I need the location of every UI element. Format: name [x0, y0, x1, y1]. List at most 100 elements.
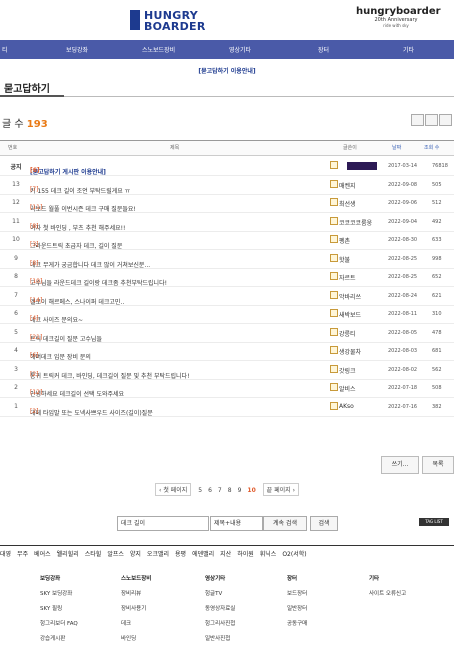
footer-link[interactable]: 공동구매 — [287, 619, 307, 627]
search-input[interactable]: 데크 길이 — [117, 516, 209, 531]
footer-column-heading[interactable]: 기타 — [369, 574, 406, 582]
footer-column-heading[interactable]: 장터 — [287, 574, 307, 582]
resort-link[interactable]: 양지 — [130, 551, 141, 558]
author-name[interactable]: 강릉티 — [339, 329, 356, 338]
resort-link[interactable]: 대영 — [0, 551, 11, 558]
sort-by-views[interactable]: 조회 수 — [424, 144, 439, 151]
footer-column-heading[interactable]: 스노보드장비 — [121, 574, 151, 582]
board-guide-link[interactable]: [묻고답하기 이용안내] — [0, 66, 454, 75]
resort-link[interactable]: 지산 — [220, 551, 231, 558]
table-row[interactable]: 8 고수님들 라운드데크 길이랑 데크좀 추천부탁드립니다! [10] 자르트 202… — [0, 268, 454, 287]
table-row[interactable]: 5 트릭 데크길이 질문 고수님들 [21] 강릉티 2022-08-05 478 — [0, 324, 454, 343]
post-title-text: 데페 타입말 또는 도넥사쁘우드 사이즈(길이)질문 — [30, 409, 153, 417]
footer-link[interactable]: 강습게시판 — [40, 634, 78, 642]
search-button[interactable]: 검색 — [310, 516, 338, 531]
resort-link[interactable]: 무주 — [17, 551, 28, 558]
list-button[interactable]: 목록 — [422, 456, 454, 474]
author-name[interactable]: 새박보드 — [339, 310, 361, 319]
author-name[interactable]: 자르트 — [339, 273, 356, 282]
resort-links: 대영 무주 베어스 웰리힐리 스타힐 알프스 양지 오크밸리 용평 에덴밸리 지산 하이원 휘닉스 O2(… — [0, 549, 454, 558]
footer-link[interactable]: 헝그리보더 FAQ — [40, 619, 78, 627]
gallery-view-icon[interactable] — [439, 114, 452, 126]
resort-link[interactable]: 오크밸리 — [147, 551, 169, 558]
footer-link[interactable]: 일반사진첩 — [205, 634, 235, 642]
author-level-icon — [330, 235, 338, 243]
logo-text-line2: BOARDER — [144, 20, 206, 33]
last-page-link[interactable]: 끝 페이지 › — [262, 483, 299, 496]
footer-column-heading[interactable]: 보딩강좌 — [40, 574, 78, 582]
page-link[interactable]: 9 — [238, 487, 242, 494]
table-row[interactable]: 1 데페 타입말 또는 도넥사쁘우드 사이즈(길이)질문 [2] AKso 2022-… — [0, 398, 454, 417]
author-name[interactable]: 알비스 — [339, 384, 356, 393]
title-underline — [0, 95, 64, 97]
site-logo[interactable]: HUNGRY BOARDER — [130, 8, 205, 34]
continue-search-button[interactable]: 계속 검색 — [263, 516, 307, 531]
view-count: 562 — [432, 366, 442, 373]
table-row[interactable]: 13 키 155 데크 길이 조언 부탁드릴게요 ㅠ [7] 매켄지 2022-09-… — [0, 176, 454, 195]
resort-link[interactable]: 알프스 — [107, 551, 124, 558]
webzine-view-icon[interactable] — [425, 114, 438, 126]
table-row[interactable]: 2 안녕하세요 데크길이 선택 도와주세요 [12] 알비스 2022-07-18 50… — [0, 379, 454, 398]
author-name[interactable]: AKso — [339, 403, 354, 410]
resort-link[interactable]: 웰리힐리 — [57, 551, 79, 558]
page-link[interactable]: 5 — [198, 487, 202, 494]
anniversary-banner[interactable]: hungryboarder 20th Anniversary ride with… — [356, 6, 441, 28]
table-row[interactable]: 12 약보드 월풀 이번시즌 데크 구매 질문들요! [11] 최선생 2022-09… — [0, 194, 454, 213]
footer-link[interactable]: 장비사용기 — [121, 604, 151, 612]
resort-link[interactable]: 베어스 — [34, 551, 51, 558]
nav-item-boarding-lessons[interactable]: 보딩강좌 — [66, 45, 88, 54]
resort-link[interactable]: O2(서학) — [282, 551, 306, 558]
nav-item[interactable]: 티 — [2, 45, 8, 54]
author-name[interactable]: 최선생 — [339, 199, 356, 208]
footer-link[interactable]: 일반장터 — [287, 604, 307, 612]
table-row[interactable]: 11 여자 첫 바인딩 , 부츠 추천 해주세요!! [8] 코코코코룸웅 2022-… — [0, 213, 454, 232]
author-name[interactable]: 펭촌 — [339, 236, 350, 245]
first-page-link[interactable]: ‹ 첫 페이지 — [155, 483, 192, 496]
author-name[interactable]: 생강물차 — [339, 347, 361, 356]
footer-link[interactable]: 사이트 오류신고 — [369, 589, 406, 597]
sort-by-date[interactable]: 날짜 — [392, 144, 401, 151]
author-name[interactable]: 코코코코룸웅 — [339, 218, 372, 227]
footer-link[interactable]: 헝글TV — [205, 589, 235, 597]
author-name[interactable]: 갓링크 — [339, 366, 356, 375]
footer-column-heading[interactable]: 영상기타 — [205, 574, 235, 582]
page-link[interactable]: 10 — [247, 487, 255, 494]
footer-link[interactable]: 데크 — [121, 619, 151, 627]
search-target-select[interactable]: 제목+내용 — [210, 516, 263, 531]
table-row[interactable]: 4 헤머데크 입문 장비 문의 [6] 생강물차 2022-08-03 681 — [0, 342, 454, 361]
resort-link[interactable]: 하이원 — [237, 551, 254, 558]
table-row[interactable]: 9 데크 무게가 궁금합니다 데크 많이 거쳐보신분... [8] 핫불 2022-0… — [0, 250, 454, 269]
author-name[interactable]: 악바리쓰 — [339, 292, 361, 301]
footer-link[interactable]: SKY 보딩강좌 — [40, 589, 78, 597]
table-row[interactable]: 6 데크 사이즈 문의요~ [4] 새박보드 2022-08-11 310 — [0, 305, 454, 324]
resort-link[interactable]: 에덴밸리 — [192, 551, 214, 558]
row-number: 2 — [14, 384, 18, 391]
nav-item-snowboard-gear[interactable]: 스노보드장비 — [142, 45, 175, 54]
list-view-icon[interactable] — [411, 114, 424, 126]
table-row[interactable]: 3 통귀 트릭커 데크, 바인딩, 데크길이 질문 및 추천 부탁드립니다! [2… — [0, 361, 454, 380]
nav-item-market[interactable]: 장터 — [318, 45, 329, 54]
page-link[interactable]: 6 — [208, 487, 212, 494]
nav-item-video-etc[interactable]: 영상기타 — [229, 45, 251, 54]
page-link[interactable]: 7 — [218, 487, 222, 494]
view-count: 508 — [432, 385, 442, 391]
page-link[interactable]: 8 — [228, 487, 232, 494]
table-row[interactable]: 7 엘로이 해르메스, 스나이퍼 데크고민.. [14] 악바리쓰 2022-08-2… — [0, 287, 454, 306]
resort-link[interactable]: 스타힐 — [85, 551, 102, 558]
footer-link[interactable]: 헝그리사진첩 — [205, 619, 235, 627]
footer-link[interactable]: 동영상자료실 — [205, 604, 235, 612]
resort-link[interactable]: 용평 — [175, 551, 186, 558]
table-row[interactable]: 공지 [묻고답하기 게시판 이용안내] [6] 2017-03-14 76818 — [0, 157, 454, 176]
footer-link[interactable]: SKY 필링 — [40, 604, 78, 612]
nav-item-etc[interactable]: 기타 — [403, 45, 414, 54]
table-row[interactable]: 10 그라운드트릭 초급자 데크, 길이 질문 [3] 펭촌 2022-08-30 63… — [0, 231, 454, 250]
resort-link[interactable]: 휘닉스 — [260, 551, 277, 558]
view-count: 512 — [432, 200, 442, 206]
footer-link[interactable]: 장비리뷰 — [121, 589, 151, 597]
write-button[interactable]: 쓰기... — [381, 456, 419, 474]
footer-link[interactable]: 바인딩 — [121, 634, 151, 642]
footer-link[interactable]: 보드장터 — [287, 589, 307, 597]
tag-list-button[interactable]: TAG LIST — [419, 518, 449, 526]
author-name[interactable]: 핫불 — [339, 255, 350, 264]
author-name[interactable]: 매켄지 — [339, 181, 356, 190]
